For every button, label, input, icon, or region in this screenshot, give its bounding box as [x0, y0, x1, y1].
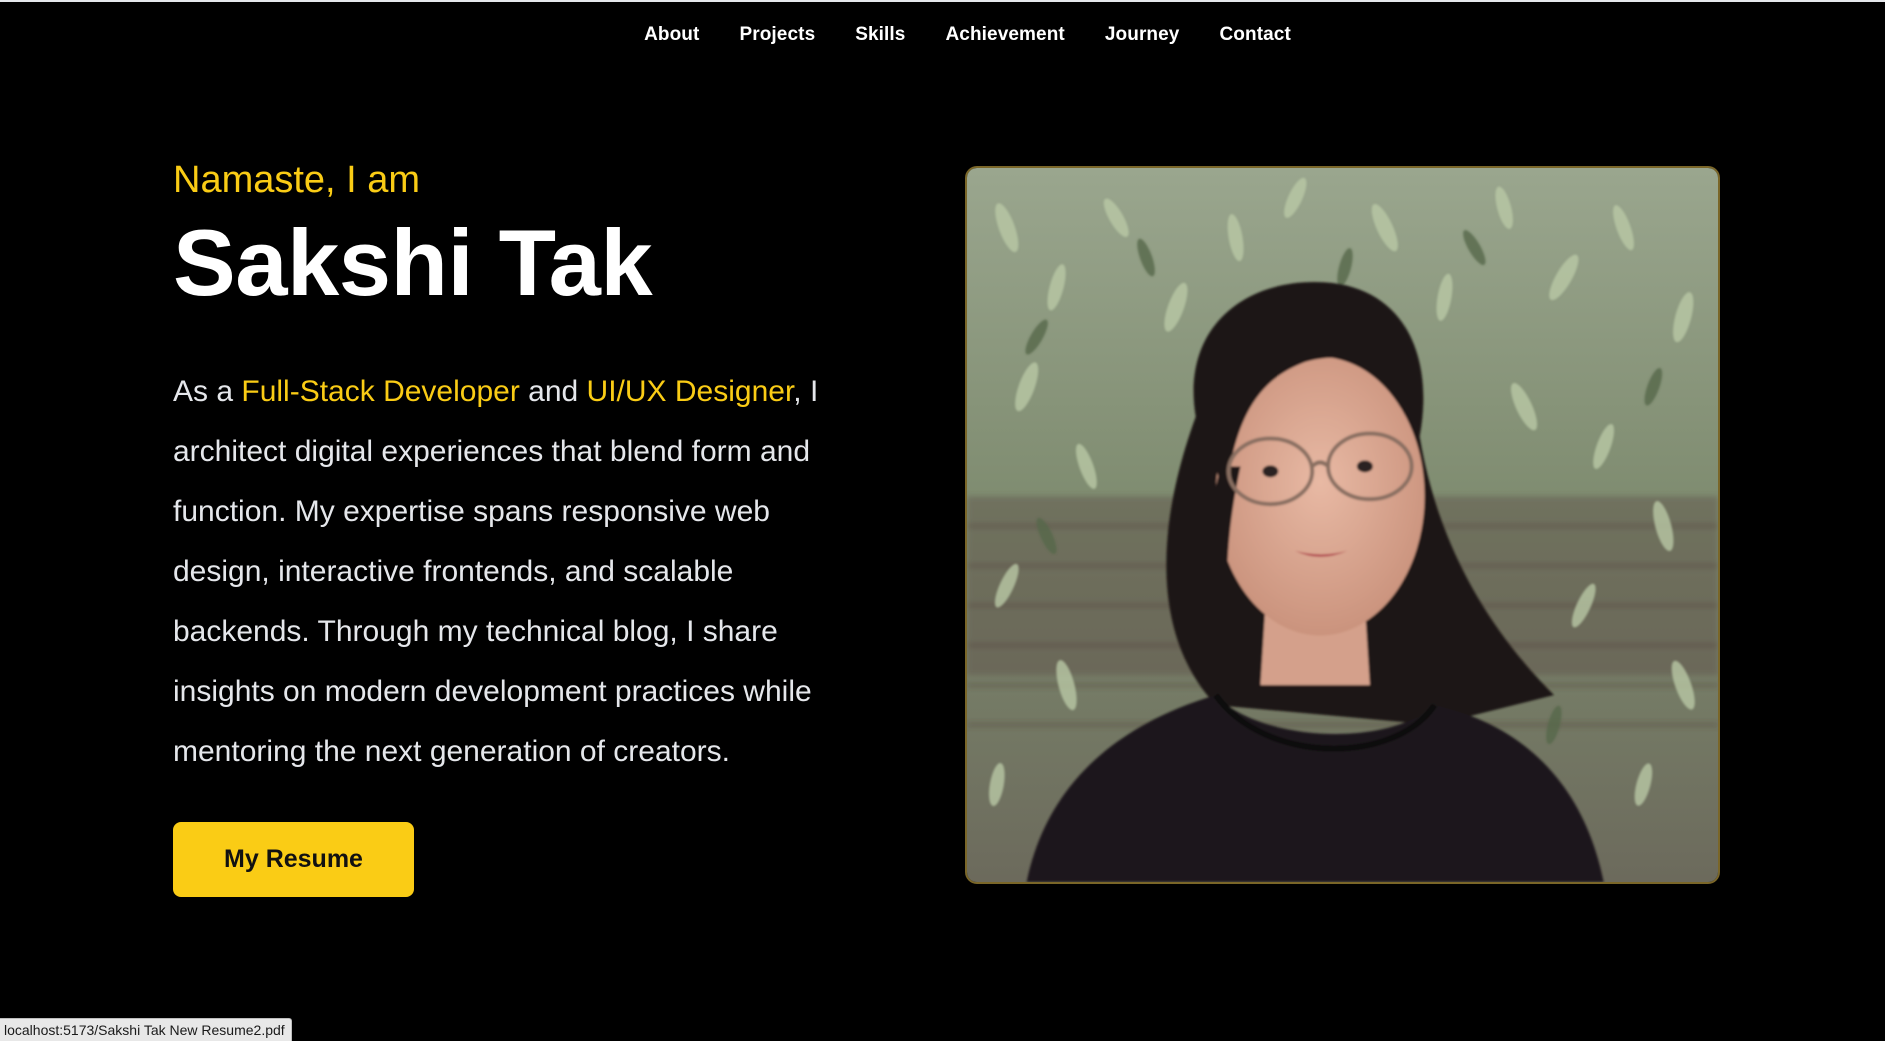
page: About Projects Skills Achievement Journe…: [0, 0, 1885, 1041]
top-navigation: About Projects Skills Achievement Journe…: [0, 2, 1885, 68]
profile-photo: [965, 166, 1720, 884]
nav-link-skills[interactable]: Skills: [855, 24, 905, 45]
nav-list: About Projects Skills Achievement Journe…: [644, 24, 1291, 46]
profile-photo-image: [967, 168, 1718, 882]
bio-prefix: As a: [173, 375, 242, 408]
nav-link-achievement[interactable]: Achievement: [945, 24, 1064, 45]
my-resume-button[interactable]: My Resume: [173, 822, 414, 897]
hero-bio: As a Full-Stack Developer and UI/UX Desi…: [173, 362, 873, 782]
hero-intro: Namaste, I am Sakshi Tak As a Full-Stack…: [173, 152, 893, 897]
nav-link-projects[interactable]: Projects: [739, 24, 815, 45]
bio-highlight-fullstack: Full-Stack Developer: [241, 375, 520, 408]
bio-highlight-uiux: UI/UX Designer: [586, 375, 794, 408]
nav-link-contact[interactable]: Contact: [1219, 24, 1290, 45]
nav-link-journey[interactable]: Journey: [1105, 24, 1180, 45]
bio-suffix: , I architect digital experiences that b…: [173, 375, 819, 768]
hero-greeting: Namaste, I am: [173, 159, 421, 201]
hero-name: Sakshi Tak: [173, 210, 653, 315]
bio-middle: and: [519, 375, 587, 408]
browser-status-bar: localhost:5173/Sakshi Tak New Resume2.pd…: [0, 1018, 292, 1041]
nav-link-about[interactable]: About: [644, 24, 699, 45]
